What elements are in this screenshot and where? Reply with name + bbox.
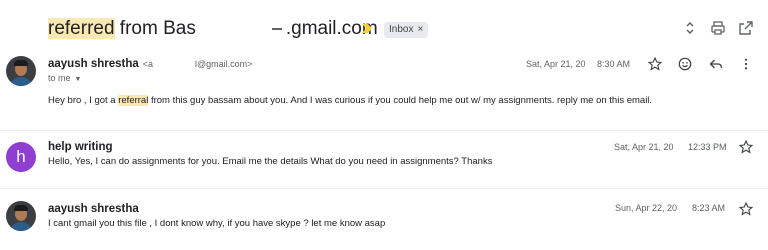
sender-email-end: l@gmail.com> [195,59,253,69]
important-marker-icon[interactable] [362,24,372,33]
star-icon[interactable] [739,202,753,216]
sender-name-text: aayush shrestha [48,58,139,70]
message-body: Hey bro , I got a referral from this guy… [48,95,652,106]
print-icon[interactable] [710,20,726,36]
message-time: 8:30 AM [597,59,631,69]
body-highlight: referral [118,95,149,106]
star-icon[interactable] [739,140,753,154]
sender-name: help writing [48,141,113,153]
message-snippet: I cant gmail you this file , I dont know… [48,218,386,229]
more-vert-icon[interactable] [739,57,753,71]
inbox-label-badge: Inbox × [384,22,429,38]
recipient-text: to me [48,73,71,83]
sender-name: aayush shrestha [48,203,139,215]
message-date: Sat, Apr 21, 20 [614,142,674,152]
open-in-new-window-icon[interactable] [738,20,754,36]
message-snippet: Hello, Yes, I can do assignments for you… [48,156,493,167]
sender-avatar [6,56,36,86]
message-collapsed[interactable]: aayush shrestha I cant gmail you this fi… [0,188,768,240]
message-date: Sun, Apr 22, 20 [615,203,678,213]
inbox-label-text: Inbox [389,24,414,35]
chevron-down-icon[interactable]: ▼ [75,76,82,83]
sender-name: aayush shrestha <a l@gmail.com> [48,58,252,70]
expand-collapse-icon[interactable] [682,20,698,36]
message-date: Sat, Apr 21, 20 [526,59,586,69]
sender-email-start: <a [142,59,154,69]
subject-highlight: referred [48,18,115,39]
message-time: 8:23 AM [692,203,726,213]
reply-icon[interactable] [709,57,723,71]
message-collapsed[interactable]: h help writing Hello, Yes, I can do assi… [0,130,768,182]
recipient-details[interactable]: to me ▼ [48,73,81,83]
subject-row: referred from Bas .gmail.com Inbox × [0,0,768,52]
message-expanded[interactable]: aayush shrestha <a l@gmail.com> to me ▼ Hey… [0,52,768,118]
subject-text: from Bas [114,18,196,39]
sender-avatar [6,201,36,231]
remove-label-icon[interactable]: × [417,24,423,35]
sender-avatar: h [6,142,36,172]
sender-email: <a l@gmail.com> [143,59,253,69]
emoji-reaction-icon[interactable] [678,57,692,71]
message-time: 12:33 PM [688,142,727,152]
body-text-after: from this guy bassam about you. And I wa… [148,95,653,106]
subject-toolbar [682,20,754,36]
star-icon[interactable] [648,57,662,71]
body-text-before: Hey bro , I got a [48,95,119,106]
email-subject: referred from Bas .gmail.com [48,17,378,41]
subject-redaction-mark [271,27,282,30]
